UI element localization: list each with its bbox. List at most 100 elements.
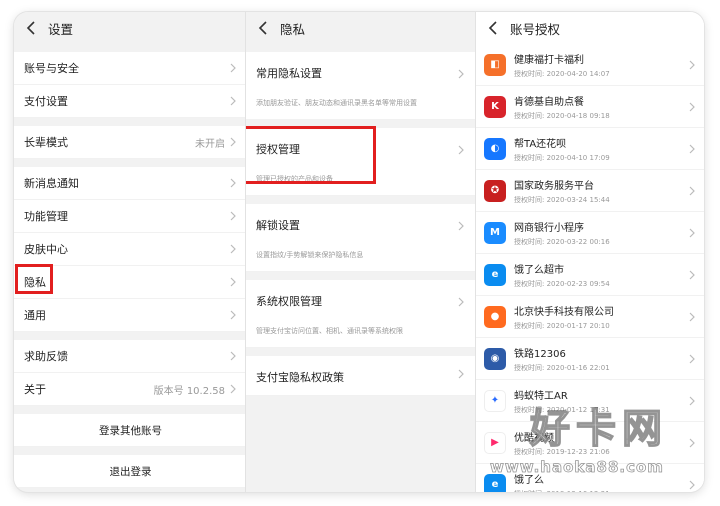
chevron-right-icon <box>458 69 464 79</box>
chevron-right-icon <box>230 178 236 188</box>
auth-item-text: 肯德基自助点餐 授权时间: 2020-04-18 09:18 <box>514 93 696 121</box>
back-arrow-icon[interactable] <box>256 20 272 36</box>
chevron-right-icon <box>230 96 236 106</box>
auth-item-text: 饿了么超市 授权时间: 2020-02-23 09:54 <box>514 261 696 289</box>
settings-item-label: 皮肤中心 <box>24 243 68 256</box>
back-arrow-icon[interactable] <box>486 20 502 36</box>
chevron-right-icon <box>230 63 236 73</box>
chevron-right-icon <box>689 270 695 280</box>
chevron-right-icon <box>689 60 695 70</box>
auth-item-time: 授权时间: 2020-01-16 22:01 <box>514 363 610 372</box>
privacy-item-desc: 设置指纹/手势解锁来保护隐私信息 <box>256 251 364 259</box>
chevron-right-icon <box>458 145 464 155</box>
back-arrow-icon[interactable] <box>24 20 40 36</box>
auth-item-text: 北京快手科技有限公司 授权时间: 2020-01-17 20:10 <box>514 303 696 331</box>
settings-item-payment[interactable]: 支付设置 <box>14 85 245 118</box>
kfc-icon: K <box>484 95 506 118</box>
chevron-right-icon <box>230 277 236 287</box>
logout-button[interactable]: 退出登录 <box>14 455 245 488</box>
chevron-right-icon <box>689 312 695 322</box>
auth-list-item[interactable]: ◉ 铁路12306 授权时间: 2020-01-16 22:01 <box>476 338 704 380</box>
kuaishou-icon: ● <box>484 305 506 328</box>
railway-icon: ◉ <box>484 347 506 370</box>
settings-item-skins[interactable]: 皮肤中心 <box>14 233 245 266</box>
login-other-account-label: 登录其他账号 <box>99 424 162 437</box>
settings-item-account-security[interactable]: 账号与安全 <box>14 52 245 85</box>
authorization-highlight-box <box>246 126 376 184</box>
privacy-item-common[interactable]: 常用隐私设置 添加朋友验证、朋友动态和通讯录黑名单等常用设置 <box>246 52 475 120</box>
auth-item-text: 优酷视频 授权时间: 2019-12-23 21:06 <box>514 429 696 457</box>
page-title: 账号授权 <box>510 21 561 37</box>
privacy-item-desc: 管理支付宝访问位置、相机、通讯录等系统权限 <box>256 327 403 335</box>
chevron-right-icon <box>689 396 695 406</box>
privacy-item-policy[interactable]: 支付宝隐私权政策 <box>246 356 475 396</box>
auth-item-text: 铁路12306 授权时间: 2020-01-16 22:01 <box>514 345 696 373</box>
privacy-header: 隐私 <box>246 12 475 44</box>
settings-item-label: 新消息通知 <box>24 177 79 190</box>
auth-item-name: 铁路12306 <box>514 348 566 360</box>
chevron-right-icon <box>458 221 464 231</box>
auth-item-name: 健康福打卡福利 <box>514 54 584 66</box>
privacy-item-label: 解锁设置 <box>256 219 300 232</box>
auth-list-item[interactable]: ◐ 帮TA还花呗 授权时间: 2020-04-10 17:09 <box>476 128 704 170</box>
eleme-icon: e <box>484 473 506 492</box>
chevron-right-icon <box>230 384 236 394</box>
auth-list-item[interactable]: e 饿了么超市 授权时间: 2020-02-23 09:54 <box>476 254 704 296</box>
settings-item-about[interactable]: 关于 版本号 10.2.58 <box>14 373 245 406</box>
settings-header: 设置 <box>14 12 245 44</box>
auth-item-name: 国家政务服务平台 <box>514 180 594 192</box>
chevron-right-icon <box>689 144 695 154</box>
settings-item-label: 通用 <box>24 309 46 322</box>
chevron-right-icon <box>689 354 695 364</box>
auth-item-text: 国家政务服务平台授权时间: 2020-03-24 15:44 <box>514 177 696 205</box>
privacy-item-label: 支付宝隐私权政策 <box>256 371 344 384</box>
auth-list-item[interactable]: ✦ 蚂蚁特工AR 授权时间: 2020-01-12 17:31 <box>476 380 704 422</box>
auth-list-item[interactable]: ✪ 国家政务服务平台授权时间: 2020-03-24 15:44 <box>476 170 704 212</box>
settings-item-label: 功能管理 <box>24 210 68 223</box>
auth-list-item[interactable]: K 肯德基自助点餐 授权时间: 2020-04-18 09:18 <box>476 86 704 128</box>
auth-list-item[interactable]: ◧ 健康福打卡福利授权时间: 2020-04-20 14:07 <box>476 44 704 86</box>
privacy-item-label: 系统权限管理 <box>256 295 322 308</box>
auth-list-item[interactable]: M 网商银行小程序 授权时间: 2020-03-22 00:16 <box>476 212 704 254</box>
settings-item-features[interactable]: 功能管理 <box>14 200 245 233</box>
chevron-right-icon <box>689 480 695 490</box>
auth-item-name: 优酷视频 <box>514 432 554 444</box>
settings-item-general[interactable]: 通用 <box>14 299 245 332</box>
auth-item-text: 网商银行小程序 授权时间: 2020-03-22 00:16 <box>514 219 696 247</box>
settings-item-notifications[interactable]: 新消息通知 <box>14 167 245 200</box>
settings-item-label: 求助反馈 <box>24 350 68 363</box>
privacy-item-system-permissions[interactable]: 系统权限管理 管理支付宝访问位置、相机、通讯录等系统权限 <box>246 280 475 348</box>
auth-item-time: 授权时间: 2020-03-22 00:16 <box>514 237 610 246</box>
auth-list-item[interactable]: ● 北京快手科技有限公司 授权时间: 2020-01-17 20:10 <box>476 296 704 338</box>
auth-item-text: 蚂蚁特工AR 授权时间: 2020-01-12 17:31 <box>514 387 696 415</box>
chevron-right-icon <box>689 102 695 112</box>
version-label: 版本号 10.2.58 <box>153 385 225 397</box>
auth-list-item[interactable]: e 饿了么授权时间: 2019-12-16 12:21 <box>476 464 704 492</box>
chevron-right-icon <box>230 137 236 147</box>
bag-icon: ◧ <box>484 53 506 76</box>
settings-item-elder-mode[interactable]: 长辈模式 未开启 <box>14 126 245 159</box>
chevron-right-icon <box>458 369 464 379</box>
privacy-item-label: 常用隐私设置 <box>256 67 322 80</box>
page-title: 设置 <box>48 21 74 37</box>
chevron-right-icon <box>230 211 236 221</box>
auth-list: ◧ 健康福打卡福利授权时间: 2020-04-20 14:07 K 肯德基自助点餐 授权… <box>476 44 704 492</box>
privacy-item-desc: 添加朋友验证、朋友动态和通讯录黑名单等常用设置 <box>256 99 417 107</box>
auth-item-name: 蚂蚁特工AR <box>514 390 568 402</box>
auth-item-time: 授权时间: 2020-03-24 15:44 <box>514 195 610 204</box>
auth-item-text: 帮TA还花呗 授权时间: 2020-04-10 17:09 <box>514 135 696 163</box>
settings-item-label: 关于 <box>24 383 46 396</box>
chevron-right-icon <box>689 186 695 196</box>
auth-item-name: 帮TA还花呗 <box>514 138 567 150</box>
auth-list-item[interactable]: ▶ 优酷视频 授权时间: 2019-12-23 21:06 <box>476 422 704 464</box>
chevron-right-icon <box>230 351 236 361</box>
auth-item-time: 授权时间: 2020-04-20 14:07 <box>514 69 610 78</box>
auth-item-time: 授权时间: 2020-01-12 17:31 <box>514 405 610 414</box>
emblem-icon: ✪ <box>484 179 506 202</box>
auth-item-name: 北京快手科技有限公司 <box>514 306 614 318</box>
settings-panel: 设置 账号与安全 支付设置 长辈模式 未开启 新消息通知 功能管理 皮肤中心 隐… <box>14 12 245 492</box>
privacy-item-unlock[interactable]: 解锁设置 设置指纹/手势解锁来保护隐私信息 <box>246 204 475 272</box>
login-other-account-button[interactable]: 登录其他账号 <box>14 414 245 447</box>
app-window: 设置 账号与安全 支付设置 长辈模式 未开启 新消息通知 功能管理 皮肤中心 隐… <box>14 12 704 492</box>
settings-item-help[interactable]: 求助反馈 <box>14 340 245 373</box>
